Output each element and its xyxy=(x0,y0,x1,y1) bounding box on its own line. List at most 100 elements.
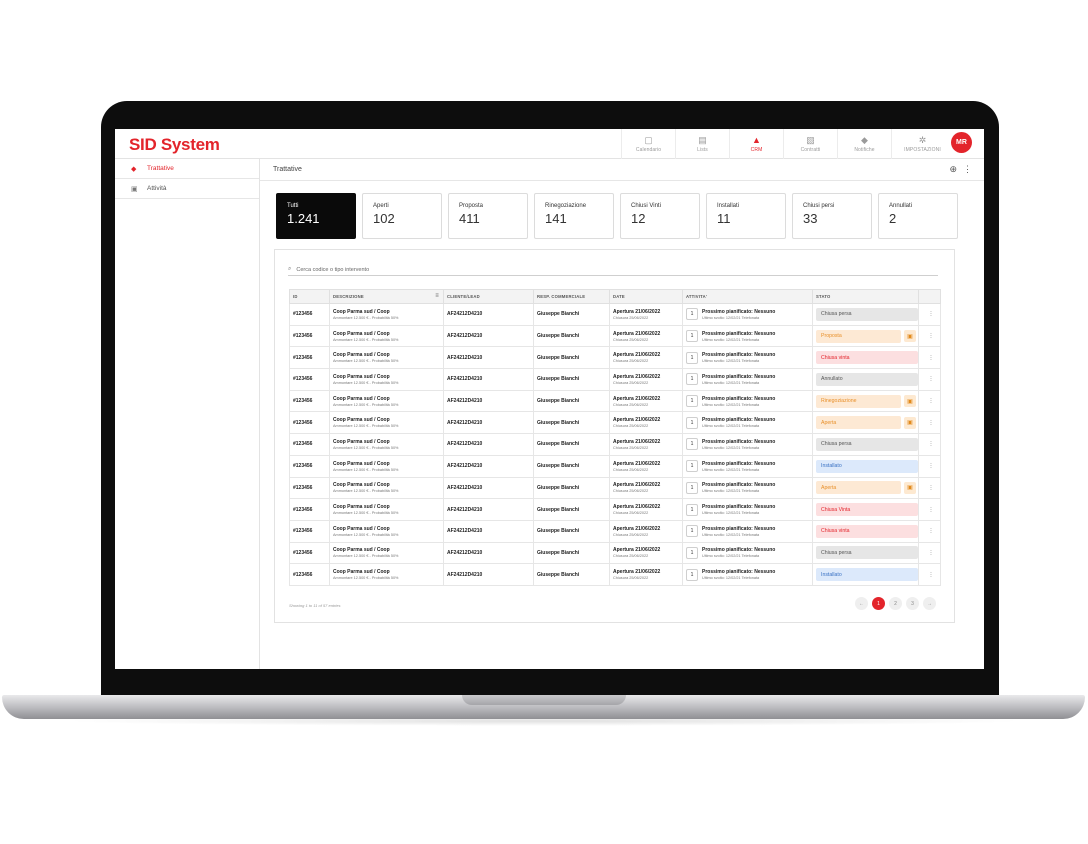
calendar-icon[interactable]: ▣ xyxy=(904,330,916,343)
calendar-icon[interactable]: ▣ xyxy=(904,481,916,494)
app-logo[interactable]: SID System xyxy=(129,135,220,155)
activity-count[interactable]: 1 xyxy=(686,438,698,451)
date-open: Apertura 21/06/2022 xyxy=(613,438,661,445)
status-badge[interactable]: Rinegoziazione xyxy=(816,394,901,408)
table-row[interactable]: #123456 Coop Parma sud / Coop Ammontare 12… xyxy=(289,389,941,413)
activity-count[interactable]: 1 xyxy=(686,460,698,473)
column-header[interactable]: RESP. COMMERCIALE xyxy=(533,289,610,304)
column-header[interactable]: DATE xyxy=(609,289,683,304)
activity-count[interactable]: 1 xyxy=(686,351,698,364)
page-3-button[interactable]: 3 xyxy=(906,597,919,610)
nav-item-contratti[interactable]: ▧ Contratti xyxy=(783,129,837,159)
nav-item-impostazioni[interactable]: ✲ IMPOSTAZIONI xyxy=(891,129,953,159)
sidebar-item-trattative[interactable]: ◆ Trattative xyxy=(115,159,259,179)
column-header[interactable]: DESCRIZIONE ≡ xyxy=(329,289,444,304)
table-row[interactable]: #123456 Coop Parma sud / Coop Ammontare 12… xyxy=(289,498,941,521)
status-badge[interactable]: Installato xyxy=(816,459,918,473)
calendar-icon[interactable]: ▣ xyxy=(904,395,916,408)
status-card[interactable]: Annullati 2 xyxy=(878,193,958,239)
status-badge[interactable]: Chiusa persa xyxy=(816,546,918,560)
table-row[interactable]: #123456 Coop Parma sud / Coop Ammontare 12… xyxy=(289,303,941,326)
activity-count[interactable]: 1 xyxy=(686,525,698,538)
more-vert-icon[interactable]: ⋮ xyxy=(918,498,941,521)
status-badge[interactable]: Chiusa Vinta xyxy=(816,503,918,517)
table-row[interactable]: #123456 Coop Parma sud / Coop Ammontare 12… xyxy=(289,346,941,370)
status-badge[interactable]: Annullato xyxy=(816,372,918,386)
calendar-icon[interactable]: ▣ xyxy=(904,416,916,429)
prev-page-button[interactable]: ← xyxy=(855,597,868,610)
more-vert-icon[interactable]: ⋮ xyxy=(918,389,941,413)
activity-count[interactable]: 1 xyxy=(686,546,698,559)
description-sub: Ammontare 12.500 € - Probabilità 50% xyxy=(333,402,399,407)
date-close: Chiusura 25/06/2022 xyxy=(613,424,649,429)
table-row[interactable]: #123456 Coop Parma sud / Coop Ammontare 12… xyxy=(289,563,941,586)
more-vert-icon[interactable]: ⋮ xyxy=(918,411,941,435)
more-vert-icon[interactable]: ⋮ xyxy=(918,346,941,370)
table-row[interactable]: #123456 Coop Parma sud / Coop Ammontare 12… xyxy=(289,541,941,565)
nav-item-notifiche[interactable]: ◆ Notifiche xyxy=(837,129,891,159)
table-row[interactable]: #123456 Coop Parma sud / Coop Ammontare 12… xyxy=(289,368,941,391)
activity-count[interactable]: 1 xyxy=(686,395,698,408)
status-card[interactable]: Chiusi Vinti 12 xyxy=(620,193,700,239)
table-row[interactable]: #123456 Coop Parma sud / Coop Ammontare 12… xyxy=(289,324,941,348)
description-sub: Ammontare 12.500 € - Probabilità 50% xyxy=(333,576,399,581)
search-input[interactable]: Cerca codice o tipo intervento xyxy=(296,267,369,273)
sidebar-item-attivita[interactable]: ▣ Attività xyxy=(115,179,259,199)
status-badge[interactable]: Proposta xyxy=(816,329,901,343)
more-vert-icon[interactable]: ⋮ xyxy=(918,368,941,391)
column-header[interactable]: ID xyxy=(289,289,330,304)
status-card[interactable]: Tutti 1.241 xyxy=(276,193,356,239)
status-card[interactable]: Chiusi persi 33 xyxy=(792,193,872,239)
activity-count[interactable]: 1 xyxy=(686,308,698,321)
bell-icon: ◆ xyxy=(861,134,868,145)
page-2-button[interactable]: 2 xyxy=(889,597,902,610)
next-page-button[interactable]: → xyxy=(923,597,936,610)
activity-count[interactable]: 1 xyxy=(686,416,698,429)
status-card[interactable]: Installati 11 xyxy=(706,193,786,239)
user-avatar[interactable]: MR xyxy=(951,132,972,153)
more-vert-icon[interactable]: ⋮ xyxy=(918,541,941,565)
description-sub: Ammontare 12.500 € - Probabilità 50% xyxy=(333,554,399,559)
status-card[interactable]: Aperti 102 xyxy=(362,193,442,239)
table-row[interactable]: #123456 Coop Parma sud / Coop Ammontare 12… xyxy=(289,519,941,543)
activity-count[interactable]: 1 xyxy=(686,503,698,516)
activity-count[interactable]: 1 xyxy=(686,481,698,494)
more-vert-icon[interactable]: ⋮ xyxy=(918,519,941,543)
more-vert-icon[interactable]: ⋮ xyxy=(918,563,941,586)
date-close: Chiusura 25/06/2022 xyxy=(613,380,649,385)
sort-icon[interactable]: ≡ xyxy=(435,293,439,299)
more-vert-icon[interactable]: ⋮ xyxy=(918,303,941,326)
status-card[interactable]: Proposta 411 xyxy=(448,193,528,239)
status-badge[interactable]: Chiusa vinta xyxy=(816,351,918,365)
add-icon[interactable]: ⊕ xyxy=(949,164,957,174)
status-cards: Tutti 1.241 Aperti 102 Proposta 411 Rinegoziaz… xyxy=(276,193,958,239)
status-badge[interactable]: Installato xyxy=(816,568,918,582)
nav-item-calendario[interactable]: ▢ Calendario xyxy=(621,129,675,159)
more-vert-icon[interactable]: ⋮ xyxy=(918,454,941,478)
table-row[interactable]: #123456 Coop Parma sud / Coop Ammontare 12… xyxy=(289,454,941,478)
more-vert-icon[interactable]: ⋮ xyxy=(918,476,941,500)
more-vert-icon[interactable]: ⋮ xyxy=(918,324,941,348)
search-bar[interactable]: ⌕ Cerca codice o tipo intervento xyxy=(288,264,938,276)
status-badge[interactable]: Aperta xyxy=(816,416,901,430)
status-badge[interactable]: Aperta xyxy=(816,481,901,495)
more-vert-icon[interactable]: ⋮ xyxy=(918,433,941,456)
activity-count[interactable]: 1 xyxy=(686,373,698,386)
column-header[interactable]: STATO xyxy=(812,289,919,304)
column-header[interactable]: ATTIVITA' xyxy=(682,289,813,304)
table-row[interactable]: #123456 Coop Parma sud / Coop Ammontare 12… xyxy=(289,433,941,456)
status-card[interactable]: Rinegoziazione 141 xyxy=(534,193,614,239)
status-badge[interactable]: Chiusa persa xyxy=(816,307,918,321)
activity-last: Ultimo svolto: 12/02/21 Telefonata xyxy=(702,554,760,559)
page-1-button[interactable]: 1 xyxy=(872,597,885,610)
activity-count[interactable]: 1 xyxy=(686,330,698,343)
more-vert-icon[interactable]: ⋮ xyxy=(963,164,972,174)
status-badge[interactable]: Chiusa persa xyxy=(816,437,918,451)
nav-item-lists[interactable]: ▤ Lists xyxy=(675,129,729,159)
activity-count[interactable]: 1 xyxy=(686,568,698,581)
column-header[interactable]: CLIENTE/LEAD xyxy=(443,289,534,304)
status-badge[interactable]: Chiusa vinta xyxy=(816,524,918,538)
table-row[interactable]: #123456 Coop Parma sud / Coop Ammontare 12… xyxy=(289,411,941,435)
nav-item-crm[interactable]: ▲ CRM xyxy=(729,129,783,159)
table-row[interactable]: #123456 Coop Parma sud / Coop Ammontare 12… xyxy=(289,476,941,500)
